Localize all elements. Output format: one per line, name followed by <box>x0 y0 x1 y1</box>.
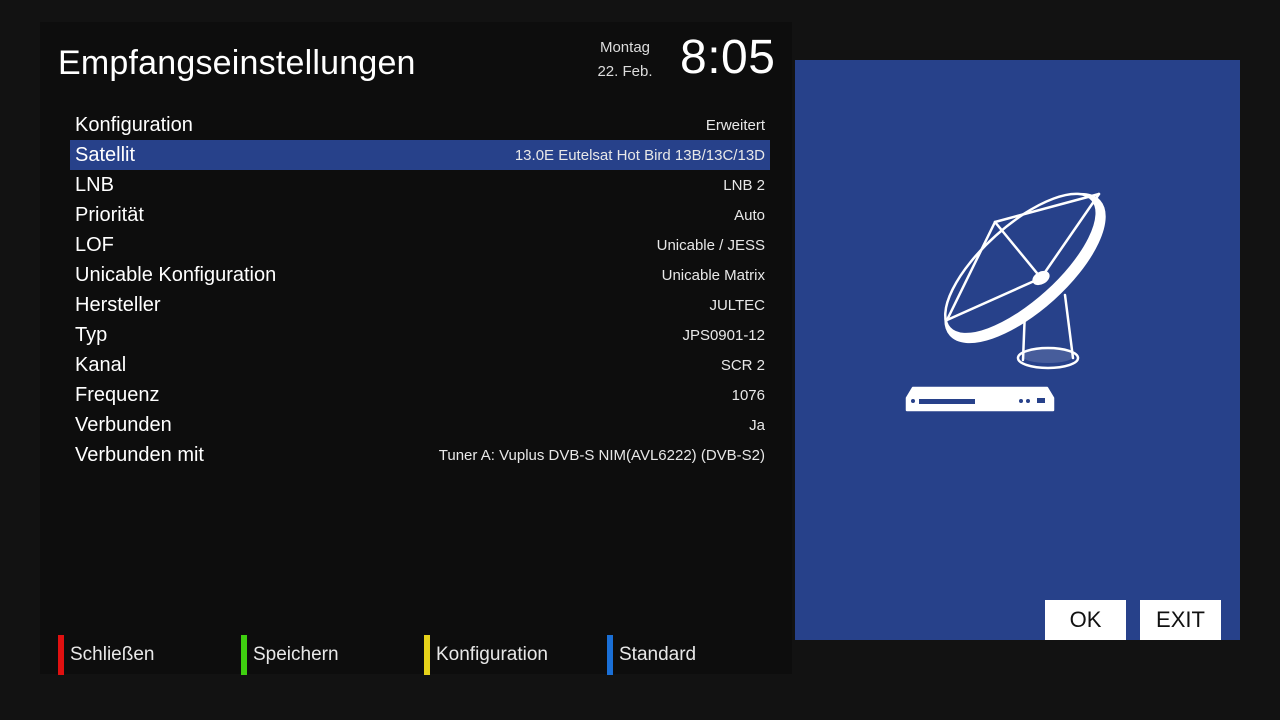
setting-label: Frequenz <box>75 383 160 406</box>
setting-label: Verbunden <box>75 413 172 436</box>
green-button-label: Speichern <box>253 644 339 665</box>
setting-value: JULTEC <box>709 296 765 314</box>
settings-list: Konfiguration Erweitert Satellit 13.0E E… <box>70 110 770 470</box>
exit-button[interactable]: EXIT <box>1140 600 1221 640</box>
setting-label: LNB <box>75 173 114 196</box>
color-button-bar: Schließen Speichern Konfiguration Standa… <box>58 634 788 676</box>
setting-row-konfiguration[interactable]: Konfiguration Erweitert <box>70 110 770 140</box>
setting-value: Unicable Matrix <box>661 266 765 284</box>
green-button[interactable]: Speichern <box>241 634 339 676</box>
setting-row-verbunden[interactable]: Verbunden Ja <box>70 410 770 440</box>
setting-row-unicable-konfiguration[interactable]: Unicable Konfiguration Unicable Matrix <box>70 260 770 290</box>
setting-label: LOF <box>75 233 114 256</box>
setting-value: Tuner A: Vuplus DVB-S NIM(AVL6222) (DVB-… <box>438 446 765 464</box>
page-title: Empfangseinstellungen <box>58 44 416 82</box>
setting-row-verbunden-mit[interactable]: Verbunden mit Tuner A: Vuplus DVB-S NIM(… <box>70 440 770 470</box>
yellow-button[interactable]: Konfiguration <box>424 634 548 676</box>
setting-value: 1076 <box>731 386 765 404</box>
yellow-button-label: Konfiguration <box>436 644 548 665</box>
red-button-label: Schließen <box>70 644 155 665</box>
setting-row-kanal[interactable]: Kanal SCR 2 <box>70 350 770 380</box>
ok-button[interactable]: OK <box>1045 600 1126 640</box>
setting-label: Satellit <box>75 143 136 166</box>
setting-value: LNB 2 <box>723 176 765 194</box>
setting-label: Typ <box>75 323 108 346</box>
setting-label: Verbunden mit <box>75 443 204 466</box>
blue-button[interactable]: Standard <box>607 634 696 676</box>
setting-label: Priorität <box>75 203 144 226</box>
red-button[interactable]: Schließen <box>58 634 155 676</box>
setting-label: Kanal <box>75 353 127 376</box>
date-display: Montag 22. Feb. <box>580 36 670 84</box>
green-key-indicator <box>241 635 247 675</box>
setting-value: JPS0901-12 <box>682 326 765 344</box>
satellite-dish-receiver-icon <box>905 192 1106 412</box>
yellow-key-indicator <box>424 635 430 675</box>
blue-button-label: Standard <box>619 644 697 665</box>
preview-panel: OK EXIT <box>795 60 1240 640</box>
setting-label: Unicable Konfiguration <box>75 263 277 286</box>
setting-row-lof[interactable]: LOF Unicable / JESS <box>70 230 770 260</box>
setting-value: Unicable / JESS <box>656 236 765 254</box>
setting-row-lnb[interactable]: LNB LNB 2 <box>70 170 770 200</box>
clock: 8:05 <box>680 31 776 84</box>
setting-row-satellit[interactable]: Satellit 13.0E Eutelsat Hot Bird 13B/13C… <box>70 140 770 170</box>
weekday-label: Montag <box>599 39 651 56</box>
date-label: 22. Feb. <box>597 63 653 80</box>
setting-value: Erweitert <box>705 116 765 134</box>
setting-value: Auto <box>734 206 765 224</box>
setting-row-frequenz[interactable]: Frequenz 1076 <box>70 380 770 410</box>
setting-value: Ja <box>749 416 765 434</box>
setting-value: 13.0E Eutelsat Hot Bird 13B/13C/13D <box>514 146 765 164</box>
setting-row-prioritaet[interactable]: Priorität Auto <box>70 200 770 230</box>
setting-row-typ[interactable]: Typ JPS0901-12 <box>70 320 770 350</box>
red-key-indicator <box>58 635 64 675</box>
blue-key-indicator <box>607 635 613 675</box>
setting-label: Konfiguration <box>75 113 193 136</box>
setting-row-hersteller[interactable]: Hersteller JULTEC <box>70 290 770 320</box>
setting-value: SCR 2 <box>720 356 765 374</box>
setting-label: Hersteller <box>75 293 161 316</box>
